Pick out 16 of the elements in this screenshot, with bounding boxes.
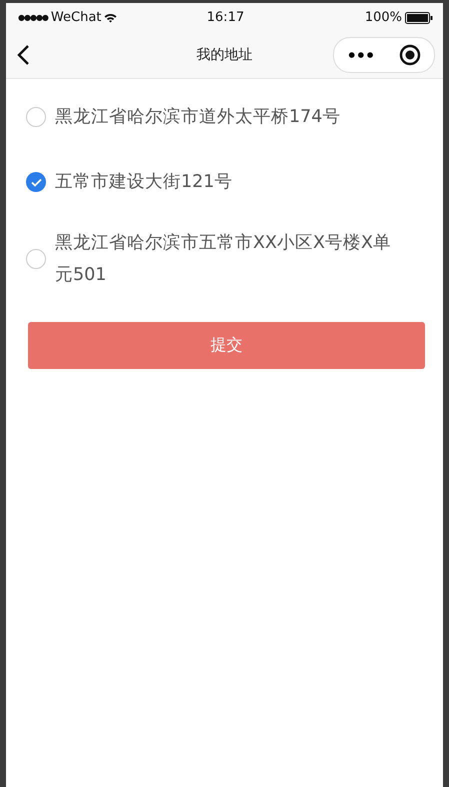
address-text: 黑龙江省哈尔滨市五常市XX小区X号楼X单元501 — [55, 232, 392, 287]
address-text: 黑龙江省哈尔滨市道外太平桥174号 — [55, 106, 340, 129]
page-title: 我的地址 — [196, 46, 252, 64]
signal-dots: ●●●●● — [18, 13, 48, 22]
battery-icon — [405, 12, 433, 24]
clock-time: 16:17 — [206, 10, 244, 25]
carrier-name: WeChat — [50, 10, 102, 25]
radio-button[interactable] — [26, 107, 46, 127]
check-icon — [30, 178, 42, 186]
more-button[interactable]: ••• — [346, 46, 374, 64]
radio-button[interactable] — [26, 249, 46, 269]
back-icon[interactable] — [16, 44, 30, 66]
wifi-icon — [104, 12, 118, 22]
address-text: 五常市建设大街121号 — [55, 171, 232, 194]
battery-percent: 100% — [364, 10, 402, 25]
radio-button[interactable] — [26, 172, 46, 192]
